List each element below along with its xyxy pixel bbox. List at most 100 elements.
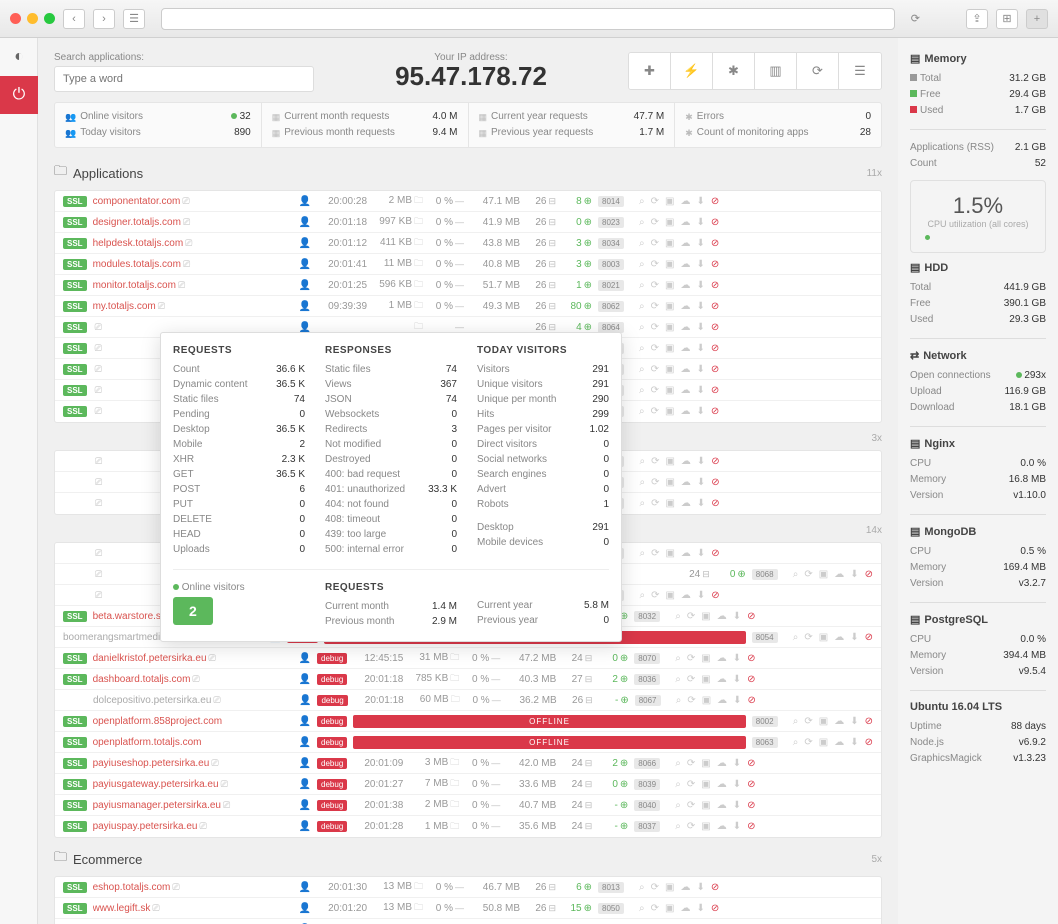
maximize-window[interactable] — [44, 13, 55, 24]
download-icon[interactable]: ⬇ — [696, 406, 704, 417]
download-icon[interactable]: ⬇ — [850, 569, 858, 580]
download-icon[interactable]: ⬇ — [697, 590, 705, 601]
stop-icon[interactable]: ⊘ — [865, 569, 873, 580]
search-icon[interactable]: ⌕ — [639, 238, 645, 249]
cloud-icon[interactable]: ☁ — [681, 456, 691, 467]
refresh-icon[interactable]: ⟳ — [687, 653, 695, 664]
terminal-icon[interactable]: ▣ — [665, 217, 674, 228]
search-icon[interactable]: ⌕ — [639, 456, 645, 467]
plug-button[interactable]: ⚡ — [671, 53, 713, 89]
cloud-icon[interactable]: ☁ — [680, 322, 690, 333]
stop-icon[interactable]: ⊘ — [711, 456, 719, 467]
search-icon[interactable]: ⌕ — [639, 280, 645, 291]
app-name[interactable]: payiusgateway.petersirka.eu⎚ — [93, 779, 293, 790]
user-icon[interactable]: 👤 — [299, 882, 311, 893]
search-icon[interactable]: ⌕ — [639, 343, 645, 354]
download-icon[interactable]: ⬇ — [697, 498, 705, 509]
cloud-icon[interactable]: ☁ — [680, 406, 690, 417]
app-name[interactable]: openplatform.totaljs.com — [93, 737, 293, 748]
cloud-icon[interactable]: ☁ — [680, 280, 690, 291]
app-row[interactable]: SSL openplatform.totaljs.com 👤 debug OFF… — [55, 732, 881, 753]
terminal-icon[interactable]: ▣ — [665, 301, 674, 312]
stop-icon[interactable]: ⊘ — [865, 716, 873, 727]
app-row[interactable]: SSL payiuspay.petersirka.eu⎚ 👤 debug 20:… — [55, 816, 881, 837]
app-name[interactable]: openplatform.858project.com — [93, 716, 293, 727]
download-icon[interactable]: ⬇ — [696, 364, 704, 375]
cloud-icon[interactable]: ☁ — [680, 196, 690, 207]
stop-icon[interactable]: ⊘ — [711, 322, 719, 333]
cloud-icon[interactable]: ☁ — [717, 674, 727, 685]
cloud-icon[interactable]: ☁ — [680, 903, 690, 914]
user-icon[interactable]: 👤 — [299, 196, 311, 207]
user-icon[interactable]: 👤 — [299, 301, 311, 312]
stop-icon[interactable]: ⊘ — [711, 343, 719, 354]
terminal-icon[interactable]: ▣ — [665, 238, 674, 249]
user-icon[interactable]: 👤 — [299, 903, 311, 914]
download-icon[interactable]: ⬇ — [696, 343, 704, 354]
cloud-icon[interactable]: ☁ — [717, 779, 727, 790]
add-button[interactable]: ✚ — [629, 53, 671, 89]
terminal-icon[interactable]: ▣ — [701, 611, 710, 622]
refresh-icon[interactable]: ⟳ — [687, 779, 695, 790]
download-icon[interactable]: ⬇ — [696, 322, 704, 333]
stop-icon[interactable]: ⊘ — [747, 653, 755, 664]
app-name[interactable]: designer.totaljs.com⎚ — [93, 217, 293, 228]
download-icon[interactable]: ⬇ — [733, 800, 741, 811]
user-icon[interactable]: 👤 — [299, 695, 311, 706]
terminal-icon[interactable]: ▣ — [701, 800, 710, 811]
app-row[interactable]: SSL dashboard.totaljs.com⎚ 👤 debug 20:01… — [55, 669, 881, 690]
stop-icon[interactable]: ⊘ — [747, 779, 755, 790]
stop-icon[interactable]: ⊘ — [711, 903, 719, 914]
share-button[interactable]: ⇪ — [966, 9, 988, 29]
cloud-icon[interactable]: ☁ — [717, 611, 727, 622]
terminal-icon[interactable]: ▣ — [665, 385, 674, 396]
download-icon[interactable]: ⬇ — [696, 301, 704, 312]
download-icon[interactable]: ⬇ — [696, 259, 704, 270]
user-icon[interactable]: 👤 — [299, 217, 311, 228]
app-row[interactable]: SSL monitor.totaljs.com⎚ 👤 20:01:25 596 … — [55, 275, 881, 296]
search-icon[interactable]: ⌕ — [639, 498, 645, 509]
refresh-button[interactable]: ⟳ — [797, 53, 839, 89]
download-icon[interactable]: ⬇ — [696, 903, 704, 914]
stop-icon[interactable]: ⊘ — [747, 800, 755, 811]
refresh-icon[interactable]: ⟳ — [651, 498, 659, 509]
app-row[interactable]: SSL modules.totaljs.com⎚ 👤 20:01:41 11 M… — [55, 254, 881, 275]
terminal-icon[interactable]: ▣ — [665, 322, 674, 333]
search-icon[interactable]: ⌕ — [793, 632, 799, 643]
terminal-icon[interactable]: ▣ — [665, 406, 674, 417]
download-icon[interactable]: ⬇ — [697, 548, 705, 559]
refresh-icon[interactable]: ⟳ — [687, 695, 695, 706]
download-icon[interactable]: ⬇ — [696, 385, 704, 396]
app-name[interactable]: payiusmanager.petersirka.eu⎚ — [93, 800, 293, 811]
app-row[interactable]: SSL my.totaljs.com⎚ 👤 09:39:39 1 MB🗀 0 %… — [55, 296, 881, 317]
search-icon[interactable]: ⌕ — [639, 406, 645, 417]
download-icon[interactable]: ⬇ — [733, 779, 741, 790]
refresh-icon[interactable]: ⟳ — [651, 238, 659, 249]
download-icon[interactable]: ⬇ — [850, 632, 858, 643]
app-row[interactable]: SSL payiuseshop.petersirka.eu⎚ 👤 debug 2… — [55, 753, 881, 774]
app-row[interactable]: SSL openplatform.858project.com 👤 debug … — [55, 711, 881, 732]
terminal-icon[interactable]: ▣ — [665, 259, 674, 270]
app-row[interactable]: dolcepositivo.petersirka.eu⎚ 👤 debug 20:… — [55, 690, 881, 711]
terminal-icon[interactable]: ▣ — [665, 343, 674, 354]
terminal-icon[interactable]: ▣ — [819, 569, 828, 580]
search-icon[interactable]: ⌕ — [639, 322, 645, 333]
terminal-icon[interactable]: ▣ — [665, 456, 674, 467]
user-icon[interactable]: 👤 — [299, 758, 311, 769]
list-button[interactable]: ☰ — [839, 53, 881, 89]
download-icon[interactable]: ⬇ — [696, 280, 704, 291]
download-icon[interactable]: ⬇ — [696, 217, 704, 228]
refresh-icon[interactable]: ⟳ — [687, 800, 695, 811]
stop-icon[interactable]: ⊘ — [711, 882, 719, 893]
cloud-icon[interactable]: ☁ — [680, 238, 690, 249]
user-icon[interactable]: 👤 — [299, 674, 311, 685]
app-row[interactable]: SSL www.najnaradiebb.sk⎚ 👤 20:01:21 79 M… — [55, 919, 881, 924]
app-name[interactable]: modules.totaljs.com⎚ — [93, 259, 293, 270]
user-icon[interactable]: 👤 — [299, 280, 311, 291]
search-icon[interactable]: ⌕ — [675, 653, 681, 664]
terminal-icon[interactable]: ▣ — [665, 498, 674, 509]
refresh-icon[interactable]: ⟳ — [804, 737, 812, 748]
terminal-icon[interactable]: ▣ — [665, 280, 674, 291]
refresh-icon[interactable]: ⟳ — [651, 903, 659, 914]
download-icon[interactable]: ⬇ — [733, 758, 741, 769]
